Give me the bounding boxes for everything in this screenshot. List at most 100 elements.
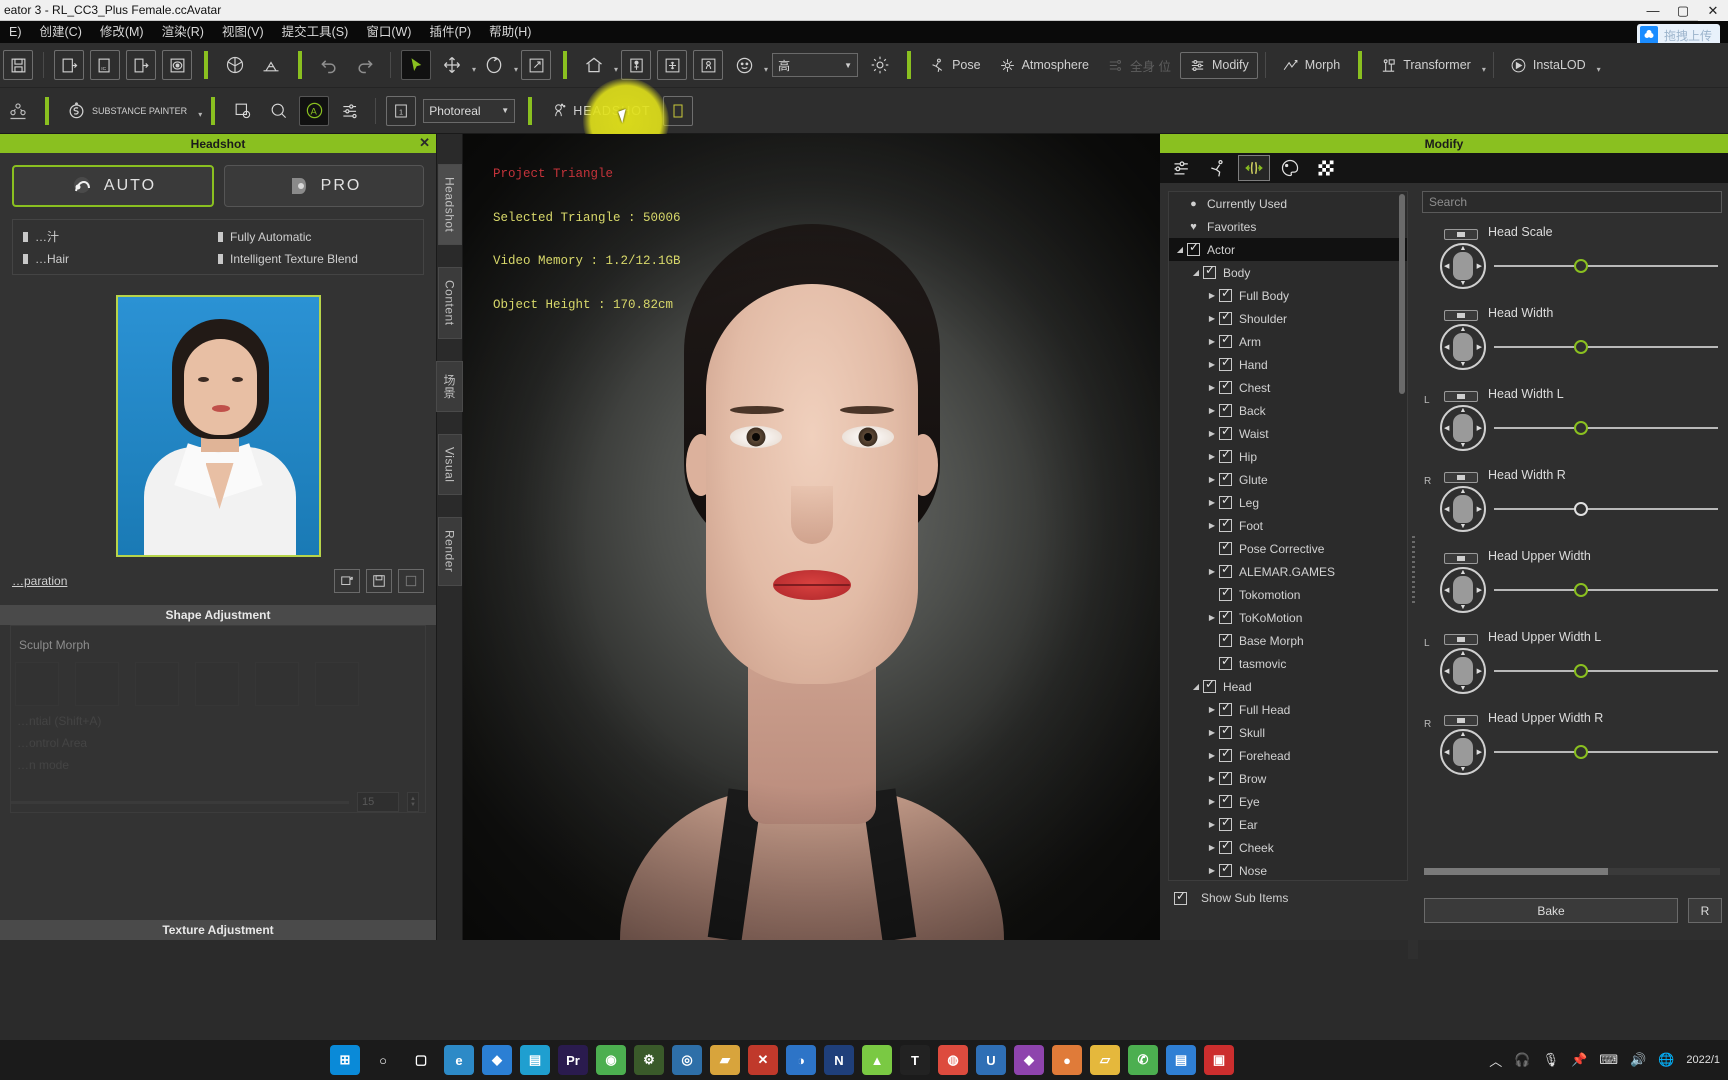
taskbar-clock[interactable]: 2022/1 xyxy=(1686,1054,1720,1067)
triangle-right-icon[interactable]: ▶ xyxy=(1205,521,1219,530)
tree-checkbox[interactable] xyxy=(1219,424,1232,440)
app-blue2-icon[interactable]: ◑ xyxy=(786,1045,816,1075)
app-blue-icon[interactable]: ◆ xyxy=(482,1045,512,1075)
head-preview-knob-icon[interactable]: ◀ ▶ ▲ ▼ xyxy=(1440,567,1486,613)
morph-slider-row[interactable]: Head Width ◀ ▶ ▲ ▼ xyxy=(1422,300,1722,381)
morph-tree[interactable]: ● Currently Used ♥ Favorites ◢ Actor ◢ Body ▶ Ful… xyxy=(1168,191,1408,881)
triangle-right-icon[interactable]: ▶ xyxy=(1205,429,1219,438)
headshot-launch-icon[interactable] xyxy=(662,95,693,126)
headset-icon[interactable]: 🎧 xyxy=(1514,1052,1530,1068)
triangle-right-icon[interactable]: ▶ xyxy=(1205,797,1219,806)
head-preview-knob-icon[interactable]: ◀ ▶ ▲ ▼ xyxy=(1440,486,1486,532)
store-icon[interactable]: ▤ xyxy=(1166,1045,1196,1075)
tree-checkbox[interactable] xyxy=(1219,723,1232,739)
morph-slider-row[interactable]: R Head Width R ◀ ▶ ▲ ▼ xyxy=(1422,462,1722,543)
characters-icon[interactable] xyxy=(3,96,33,126)
close-button[interactable]: ✕ xyxy=(1698,0,1728,21)
vtab-headshot[interactable]: Headshot xyxy=(437,164,462,246)
tree-scrollbar[interactable] xyxy=(1399,194,1405,394)
tree-row[interactable]: ▶ Chest xyxy=(1169,376,1407,399)
tree-row[interactable]: ▶ Waist xyxy=(1169,422,1407,445)
3d-viewport[interactable]: Project Triangle Selected Triangle : 500… xyxy=(463,134,1160,940)
settings-green-icon[interactable]: ⚙ xyxy=(634,1045,664,1075)
tree-checkbox[interactable] xyxy=(1219,470,1232,486)
slider-track[interactable] xyxy=(1494,589,1718,591)
slider-track[interactable] xyxy=(1494,670,1718,672)
save-image-icon[interactable] xyxy=(366,569,392,593)
tree-checkbox[interactable] xyxy=(1219,585,1232,601)
triangle-right-icon[interactable]: ▶ xyxy=(1205,337,1219,346)
sculpt-tool-3-icon[interactable] xyxy=(135,662,179,706)
triangle-down-icon[interactable]: ◢ xyxy=(1173,245,1187,254)
wechat-icon[interactable]: ✆ xyxy=(1128,1045,1158,1075)
tree-checkbox[interactable] xyxy=(1219,378,1232,394)
home-view-caret-icon[interactable]: ▾ xyxy=(614,65,618,74)
brush-size-value[interactable]: 15 xyxy=(357,792,399,812)
tree-row[interactable]: ▶ Shoulder xyxy=(1169,307,1407,330)
tree-row[interactable]: ▶ ALEMAR.GAMES xyxy=(1169,560,1407,583)
purple-app-icon[interactable]: ◆ xyxy=(1014,1045,1044,1075)
tree-checkbox[interactable] xyxy=(1219,861,1232,877)
tree-row[interactable]: ◢ Body xyxy=(1169,261,1407,284)
render-style-combo[interactable]: Photoreal ▼ xyxy=(423,98,516,123)
quality-combo[interactable]: 高 ▼ xyxy=(772,53,859,77)
horizontal-scrollbar[interactable] xyxy=(1424,868,1720,875)
triangle-right-icon[interactable]: ▶ xyxy=(1205,843,1219,852)
tree-row[interactable]: ▶ Skull xyxy=(1169,721,1407,744)
triangle-right-icon[interactable]: ▶ xyxy=(1205,751,1219,760)
tree-checkbox[interactable] xyxy=(1203,677,1216,693)
create-object-icon[interactable] xyxy=(220,50,250,80)
modify-button[interactable]: Modify xyxy=(1179,51,1258,79)
sculpt-tool-1-icon[interactable] xyxy=(15,662,59,706)
minimize-button[interactable]: — xyxy=(1638,0,1668,21)
frame-icon[interactable]: 1 xyxy=(386,95,417,126)
tree-row[interactable]: ▶ Eye xyxy=(1169,790,1407,813)
vtab-visual[interactable]: Visual xyxy=(437,433,462,496)
headshot-button[interactable]: HEADSHOT xyxy=(541,97,659,124)
tree-row[interactable]: ▶ Hand xyxy=(1169,353,1407,376)
appearance-editor-icon[interactable]: A xyxy=(299,95,330,126)
fit-person-icon[interactable] xyxy=(621,50,652,80)
tree-row[interactable]: Base Morph xyxy=(1169,629,1407,652)
chrome-icon[interactable]: ◍ xyxy=(938,1045,968,1075)
brush-size-slider[interactable] xyxy=(11,800,349,804)
tree-row[interactable]: ▶ Foot xyxy=(1169,514,1407,537)
cc-green-icon[interactable]: ▲ xyxy=(862,1045,892,1075)
tree-checkbox[interactable] xyxy=(1219,355,1232,371)
transformer-caret-icon[interactable]: ▾ xyxy=(1482,65,1486,74)
head-preview-knob-icon[interactable]: ◀ ▶ ▲ ▼ xyxy=(1440,324,1486,370)
preparation-link[interactable]: …paration xyxy=(12,574,67,588)
maximize-button[interactable]: ▢ xyxy=(1668,0,1698,21)
tree-checkbox[interactable] xyxy=(1219,838,1232,854)
scale-tool-icon[interactable] xyxy=(521,50,552,80)
tree-checkbox[interactable] xyxy=(1219,401,1232,417)
app-navy-icon[interactable]: N xyxy=(824,1045,854,1075)
slider-handle[interactable] xyxy=(1574,421,1588,435)
export-icon[interactable] xyxy=(126,50,156,80)
tree-row[interactable]: ▶ Back xyxy=(1169,399,1407,422)
chevron-up-icon[interactable]: ︿ xyxy=(1489,1051,1502,1070)
slider-handle[interactable] xyxy=(1574,664,1588,678)
tree-checkbox[interactable] xyxy=(1219,309,1232,325)
pose-tab-icon[interactable] xyxy=(1202,155,1234,181)
red-app-icon[interactable]: ▣ xyxy=(1204,1045,1234,1075)
morph-slider-row[interactable]: L Head Upper Width L ◀ ▶ ▲ ▼ xyxy=(1422,624,1722,705)
pin-icon[interactable]: 📌 xyxy=(1571,1052,1587,1068)
sculpt-tool-5-icon[interactable] xyxy=(255,662,299,706)
texture-tab-icon[interactable] xyxy=(1310,155,1342,181)
tree-checkbox[interactable] xyxy=(1219,562,1232,578)
xmind-icon[interactable]: ✕ xyxy=(748,1045,778,1075)
menu-item-window[interactable]: 窗口(W) xyxy=(357,21,420,43)
triangle-right-icon[interactable]: ▶ xyxy=(1205,498,1219,507)
chrome-alt-icon[interactable]: ◉ xyxy=(596,1045,626,1075)
menu-item-view[interactable]: 视图(V) xyxy=(213,21,273,43)
tree-row[interactable]: ▶ Forehead xyxy=(1169,744,1407,767)
tree-row[interactable]: ▶ Nose xyxy=(1169,859,1407,880)
tree-checkbox[interactable] xyxy=(1219,286,1232,302)
tree-row[interactable]: ▶ Leg xyxy=(1169,491,1407,514)
tree-row[interactable]: tasmovic xyxy=(1169,652,1407,675)
tree-row[interactable]: ● Currently Used xyxy=(1169,192,1407,215)
sculpt-tool-4-icon[interactable] xyxy=(195,662,239,706)
orange-app-icon[interactable]: ● xyxy=(1052,1045,1082,1075)
triangle-right-icon[interactable]: ▶ xyxy=(1205,383,1219,392)
